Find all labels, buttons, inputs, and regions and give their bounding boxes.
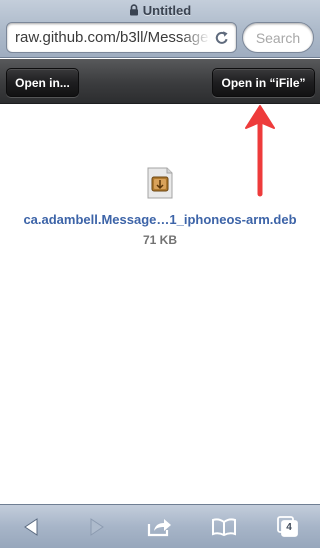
search-field[interactable]: Search	[242, 22, 314, 53]
open-in-ifile-button[interactable]: Open in “iFile”	[212, 68, 315, 97]
forward-button[interactable]	[64, 505, 128, 548]
open-in-button[interactable]: Open in...	[6, 68, 79, 97]
forward-icon	[90, 518, 104, 536]
back-icon	[24, 518, 38, 536]
open-in-toolbar: Open in... Open in “iFile”	[0, 59, 320, 104]
share-icon	[147, 519, 171, 537]
deb-package-icon[interactable]	[147, 167, 173, 199]
reload-icon[interactable]	[214, 30, 230, 46]
file-size: 71 KB	[142, 233, 177, 247]
file-name-link[interactable]: ca.adambell.Message…1_iphoneos-arm.deb	[0, 212, 320, 227]
bookmarks-icon	[212, 518, 236, 537]
url-field[interactable]: raw.github.com/b3ll/MessageBox	[6, 22, 237, 53]
safari-screen: Untitled raw.github.com/b3ll/MessageBox …	[0, 0, 320, 548]
page-title: Untitled	[142, 2, 192, 18]
url-text: raw.github.com/b3ll/MessageBox	[15, 29, 210, 46]
bookmarks-button[interactable]	[192, 505, 256, 548]
tab-count-badge: 4	[286, 522, 292, 533]
title-row: Untitled	[0, 1, 320, 19]
search-placeholder: Search	[255, 29, 301, 46]
safari-bottom-bar	[0, 504, 320, 548]
safari-top-bar: Untitled raw.github.com/b3ll/MessageBox …	[0, 0, 320, 58]
share-button[interactable]	[128, 505, 192, 548]
red-annotation-arrow	[245, 105, 275, 197]
lock-icon	[129, 4, 138, 16]
back-button[interactable]	[0, 505, 64, 548]
